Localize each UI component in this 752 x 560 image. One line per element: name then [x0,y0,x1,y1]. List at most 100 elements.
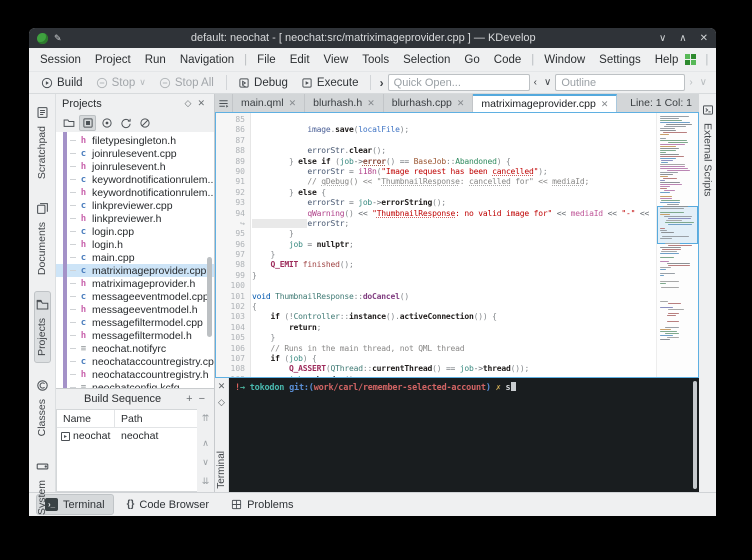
move-top-button[interactable]: ⇈ [202,413,210,424]
minimap-line [660,283,666,284]
menu-edit[interactable]: Edit [283,51,317,69]
outline-input[interactable] [555,74,685,91]
maximize-button[interactable]: ∧ [679,33,686,44]
terminal-prompt-token: git:( [289,383,314,393]
nav-dropdown-icon[interactable]: ∨ [541,77,554,88]
minimap[interactable] [656,113,698,377]
project-targets-icon[interactable] [79,115,96,131]
editor-tab-matriximageprovider.cpp[interactable]: matriximageprovider.cpp✕ [473,94,617,112]
editor-tab-blurhash.cpp[interactable]: blurhash.cpp✕ [384,94,474,112]
tree-scrollbar[interactable] [207,257,212,337]
close-panel-icon[interactable]: ✕ [194,98,208,109]
statusbar-code-browser-button[interactable]: {} Code Browser [118,495,219,515]
move-up-button[interactable]: ∧ [202,438,209,449]
dock-tab-scratchpad[interactable]: Scratchpad [34,99,51,186]
tree-item[interactable]: cmessagefiltermodel.cpp [56,316,214,329]
tree-item[interactable]: clinkpreviewer.cpp [56,199,214,212]
tree-item[interactable]: hmatriximageprovider.h [56,277,214,290]
float-panel-icon[interactable]: ◇ [182,98,195,109]
column-header-name[interactable]: Name [57,410,115,427]
dock-tab-projects[interactable]: Projects [34,291,51,363]
code-line: 90 errorStr = i18n("Image request has be… [216,167,656,177]
close-terminal-icon[interactable]: ✕ [218,381,226,392]
minimap-line [668,309,683,310]
tree-item[interactable]: ckeywordnotificationrulem... [56,173,214,186]
line-number: 109 [216,375,250,377]
menu-help[interactable]: Help [648,51,686,69]
editor-tab-main.qml[interactable]: main.qml ✕ [233,94,305,112]
tree-item[interactable]: hkeywordnotificationrulem... [56,186,214,199]
dock-tab-label: Scratchpad [36,126,48,179]
open-folder-icon[interactable] [60,115,77,131]
menu-code[interactable]: Code [487,51,529,69]
titlebar[interactable]: ✎ default: neochat - [ neochat:src/matri… [29,28,716,48]
close-tab-icon[interactable]: ✕ [457,98,465,109]
menu-go[interactable]: Go [457,51,486,69]
toolbar-overflow-icon[interactable]: › [377,76,387,90]
tree-item[interactable]: cmessageeventmodel.cpp [56,290,214,303]
refresh-icon[interactable] [117,115,134,131]
tree-item[interactable]: clogin.cpp [56,225,214,238]
dock-tab-documents[interactable]: Documents [34,195,51,282]
code-area[interactable]: 8586 image.save(localFile);8788 errorStr… [216,113,656,377]
tree-item[interactable]: cmain.cpp [56,251,214,264]
menu-window[interactable]: Window [537,51,592,69]
locate-document-icon[interactable] [98,115,115,131]
code-editor[interactable]: 8586 image.save(localFile);8788 errorStr… [215,112,699,378]
close-tab-icon[interactable]: ✕ [601,99,609,110]
dock-tab-classes[interactable]: Classes [34,372,51,443]
menu-tools[interactable]: Tools [355,51,396,69]
nav-forward-dropdown-icon[interactable]: ∨ [697,77,710,88]
menu-project[interactable]: Project [88,51,138,69]
close-button[interactable]: ✕ [700,33,708,44]
close-tab-icon[interactable]: ✕ [367,98,375,109]
tree-item[interactable]: ≡neochatconfig.kcfg [56,381,214,388]
document-switcher-icon[interactable] [215,94,233,112]
add-build-item-button[interactable]: + [183,393,195,405]
close-tab-icon[interactable]: ✕ [289,98,297,109]
menu-session[interactable]: Session [33,51,88,69]
tree-item[interactable]: hlogin.h [56,238,214,251]
menu-view[interactable]: View [317,51,356,69]
column-header-path[interactable]: Path [115,413,143,425]
dock-tab-file-system[interactable]: File System [34,453,51,516]
terminal-screen[interactable]: !→ tokodon git:(work/carl/remember-selec… [229,378,699,492]
tree-item[interactable]: cmatriximageprovider.cpp [56,264,214,277]
filter-icon[interactable] [136,115,153,131]
tree-item[interactable]: hmessagefiltermodel.h [56,329,214,342]
editor-tab-blurhash.h[interactable]: blurhash.h✕ [305,94,384,112]
tree-item[interactable]: ≡neochat.notifyrc [56,342,214,355]
tree-item[interactable]: hneochataccountregistry.h [56,368,214,381]
statusbar-problems-button[interactable]: Problems [222,495,302,515]
debug-button[interactable]: Debug [232,75,294,91]
tree-item[interactable]: hlinkpreviewer.h [56,212,214,225]
menu-file[interactable]: File [250,51,283,69]
menu-run[interactable]: Run [138,51,173,69]
menu-selection[interactable]: Selection [396,51,457,69]
minimize-button[interactable]: ∨ [659,33,666,44]
stop-button[interactable]: Stop∨ [90,75,152,91]
build-sequence-row[interactable]: ▸neochatneochat [57,428,197,444]
editor-tab-label: main.qml [241,97,284,109]
tree-item[interactable]: cjoinrulesevent.cpp [56,147,214,160]
line-number: 108 [216,364,250,374]
move-bottom-button[interactable]: ⇊ [202,476,210,487]
remove-build-item-button[interactable]: − [196,393,208,405]
execute-button[interactable]: Execute [295,75,365,91]
tree-item[interactable]: hmessageeventmodel.h [56,303,214,316]
stop-all-button[interactable]: Stop All [153,75,220,91]
float-terminal-icon[interactable]: ◇ [218,397,225,408]
quick-open-input[interactable] [388,74,530,91]
terminal-scrollbar[interactable] [693,381,697,489]
nav-forward-icon[interactable]: › [686,77,695,88]
area-switcher-icon[interactable] [685,54,696,65]
tree-item[interactable]: hjoinrulesevent.h [56,160,214,173]
move-down-button[interactable]: ∨ [202,457,209,468]
tree-item[interactable]: cneochataccountregistry.cpp [56,355,214,368]
dock-tab-external-scripts[interactable]: External Scripts [700,97,716,204]
tree-item[interactable]: hfiletypesingleton.h [56,134,214,147]
menu-settings[interactable]: Settings [592,51,648,69]
build-button[interactable]: Build [35,75,89,91]
menu-navigation[interactable]: Navigation [173,51,241,69]
nav-back-icon[interactable]: ‹ [531,77,540,88]
